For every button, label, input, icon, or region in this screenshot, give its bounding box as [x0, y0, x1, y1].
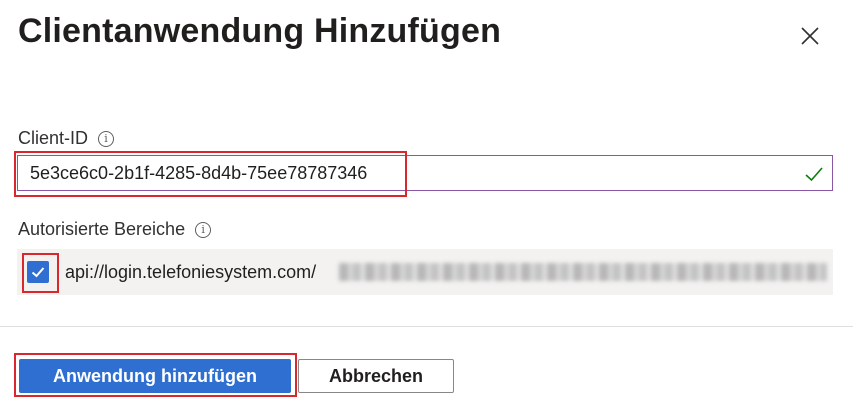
client-id-label: Client-ID — [18, 128, 89, 148]
client-id-field[interactable] — [17, 155, 833, 191]
scope-list-item: api://login.telefoniesystem.com/ — [17, 249, 833, 295]
dialog-title: Clientanwendung Hinzufügen — [18, 12, 502, 50]
add-application-button[interactable]: Anwendung hinzufügen — [19, 359, 291, 393]
scope-redacted — [339, 263, 827, 281]
client-id-input[interactable] — [30, 156, 790, 190]
scope-checkbox[interactable] — [27, 261, 49, 283]
close-icon — [801, 27, 819, 45]
info-icon[interactable]: i — [195, 221, 212, 238]
cancel-button[interactable]: Abbrechen — [298, 359, 454, 393]
client-id-label-row: Client-ID i — [18, 128, 115, 149]
info-icon[interactable]: i — [98, 130, 115, 147]
scopes-label: Autorisierte Bereiche — [18, 219, 186, 239]
scopes-label-row: Autorisierte Bereiche i — [18, 219, 212, 240]
close-button[interactable] — [796, 22, 824, 50]
checkmark-icon — [31, 267, 45, 278]
checkmark-icon — [805, 167, 823, 182]
footer-divider — [0, 326, 853, 327]
scope-text: api://login.telefoniesystem.com/ — [65, 262, 317, 282]
